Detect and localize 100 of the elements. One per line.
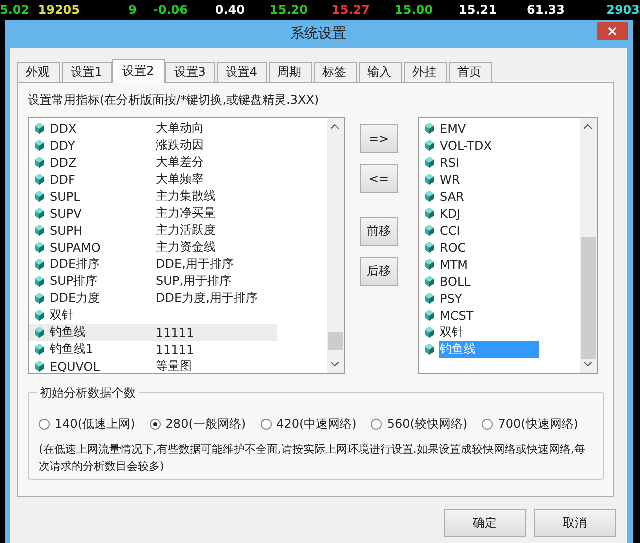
indicator-description: 主力净买量 — [156, 205, 216, 222]
caret-down-icon[interactable] — [331, 362, 339, 367]
gem-icon — [35, 310, 44, 321]
gem-icon — [35, 191, 44, 202]
list-item[interactable]: BOLL — [439, 274, 472, 288]
indicator-description: 主力资金线 — [156, 239, 216, 256]
list-item[interactable]: ROC — [439, 240, 468, 254]
gem-icon — [425, 259, 434, 270]
gem-icon — [425, 208, 434, 219]
quote-value: 19205 — [38, 3, 80, 17]
indicator-name: 钓鱼线 — [49, 324, 87, 341]
list-item[interactable]: SUPAMO 主力资金线 — [29, 239, 327, 256]
radio-option[interactable]: 560(较快网络) — [371, 416, 482, 433]
scrollbar[interactable] — [327, 118, 344, 373]
tab[interactable]: 周期 — [268, 62, 312, 82]
indicator-description: 11111 — [156, 342, 194, 356]
indicator-description: 涨跌动因 — [156, 137, 204, 154]
caret-down-icon[interactable] — [584, 362, 592, 367]
list-item[interactable]: EQUVOL 等量图 — [29, 358, 327, 373]
indicator-name: DDY — [49, 138, 76, 152]
tab[interactable]: 输入 — [358, 62, 402, 82]
indicator-name: SUP排序 — [49, 273, 99, 290]
list-item[interactable]: 钓鱼线 11111 — [29, 324, 277, 341]
gem-icon — [35, 174, 44, 185]
indicator-name: DDX — [49, 122, 78, 136]
list-item[interactable]: DDE力度 DDE力度,用于排序 — [29, 290, 327, 307]
gem-icon — [35, 259, 44, 270]
list-item[interactable]: MTM — [439, 258, 470, 272]
move-button[interactable]: 后移 — [360, 257, 398, 286]
tab[interactable]: 设置3 — [165, 62, 215, 82]
tab[interactable]: 设置2 — [112, 59, 166, 83]
indicator-name: SUPL — [49, 190, 82, 204]
radio-option[interactable]: 140(低速上网) — [39, 416, 150, 433]
tab[interactable]: 设置1 — [62, 62, 112, 82]
radio-option[interactable]: 280(一般网络) — [150, 416, 261, 433]
list-item[interactable]: SUPH 主力活跃度 — [29, 222, 327, 239]
indicator-name: DDE排序 — [49, 256, 102, 273]
list-item[interactable]: DDF 大单频率 — [29, 171, 327, 188]
scroll-thumb[interactable] — [328, 332, 343, 350]
list-item[interactable]: VOL-TDX — [439, 138, 493, 152]
gem-icon — [425, 344, 434, 355]
gem-icon — [425, 327, 434, 338]
quote-value: 61.33 — [527, 3, 565, 17]
dialog-button[interactable]: 确定 — [444, 509, 526, 537]
tab[interactable]: 首页 — [448, 62, 492, 82]
indicator-description: 11111 — [156, 326, 194, 340]
tab[interactable]: 设置4 — [216, 62, 267, 82]
indicator-name: SUPV — [49, 206, 83, 220]
list-item[interactable]: DDE排序 DDE,用于排序 — [29, 256, 327, 273]
list-item[interactable]: EMV — [439, 122, 468, 136]
gem-icon — [35, 140, 44, 151]
list-item[interactable]: RSI — [439, 156, 460, 170]
list-item[interactable]: SUPL 主力集散线 — [29, 188, 327, 205]
gem-icon — [35, 225, 44, 236]
gem-icon — [35, 208, 44, 219]
list-item[interactable]: SUP排序 SUP,用于排序 — [29, 273, 327, 290]
list-item[interactable]: DDX 大单动向 — [29, 120, 327, 137]
gem-icon — [425, 157, 434, 168]
move-button[interactable]: <= — [360, 164, 398, 193]
tab[interactable]: 外观 — [17, 62, 60, 82]
list-item[interactable]: SAR — [439, 190, 466, 204]
indicator-name: DDF — [49, 172, 76, 186]
quote-value: 15.20 — [270, 3, 308, 17]
gem-icon — [425, 276, 434, 287]
list-item[interactable]: 双针 — [439, 324, 465, 341]
move-button[interactable]: => — [360, 124, 398, 153]
list-item[interactable]: CCI — [439, 224, 462, 238]
gem-icon — [425, 310, 434, 321]
list-item[interactable]: PSY — [439, 292, 464, 306]
radio-option[interactable]: 420(中速网络) — [260, 416, 372, 433]
tab[interactable]: 外挂 — [404, 62, 447, 82]
scroll-thumb[interactable] — [581, 237, 596, 359]
close-button[interactable] — [597, 22, 628, 40]
scrollbar[interactable] — [580, 118, 597, 373]
quote-value: 15.27 — [332, 3, 370, 17]
caret-up-icon[interactable] — [584, 124, 592, 129]
indicator-name: SUPH — [49, 224, 84, 238]
caret-up-icon[interactable] — [331, 124, 339, 129]
list-item[interactable]: MCST — [439, 308, 475, 322]
tab[interactable]: 标签 — [314, 62, 357, 82]
indicator-name: SUPAMO — [49, 240, 102, 254]
quote-value: 0.40 — [215, 3, 245, 17]
gem-icon — [425, 225, 434, 236]
list-item[interactable]: WR — [439, 172, 462, 186]
indicator-description: 主力集散线 — [156, 188, 216, 205]
gem-icon — [35, 242, 44, 253]
radio-option[interactable]: 700(快速网络) — [482, 416, 593, 433]
indicator-name: 钓鱼线1 — [49, 341, 95, 358]
list-item[interactable]: SUPV 主力净买量 — [29, 205, 327, 222]
gem-icon — [425, 293, 434, 304]
move-button[interactable]: 前移 — [360, 217, 398, 246]
group-title: 初始分析数据个数 — [37, 385, 139, 402]
list-item[interactable]: DDY 涨跌动因 — [29, 137, 327, 154]
list-item[interactable]: 双针 — [29, 307, 327, 324]
indicator-description: SUP,用于排序 — [156, 273, 232, 290]
list-item[interactable]: DDZ 大单差分 — [29, 154, 327, 171]
list-item[interactable]: 钓鱼线1 11111 — [29, 341, 327, 358]
list-item[interactable]: KDJ — [439, 206, 462, 220]
dialog-button[interactable]: 取消 — [534, 509, 616, 537]
gem-icon — [425, 242, 434, 253]
